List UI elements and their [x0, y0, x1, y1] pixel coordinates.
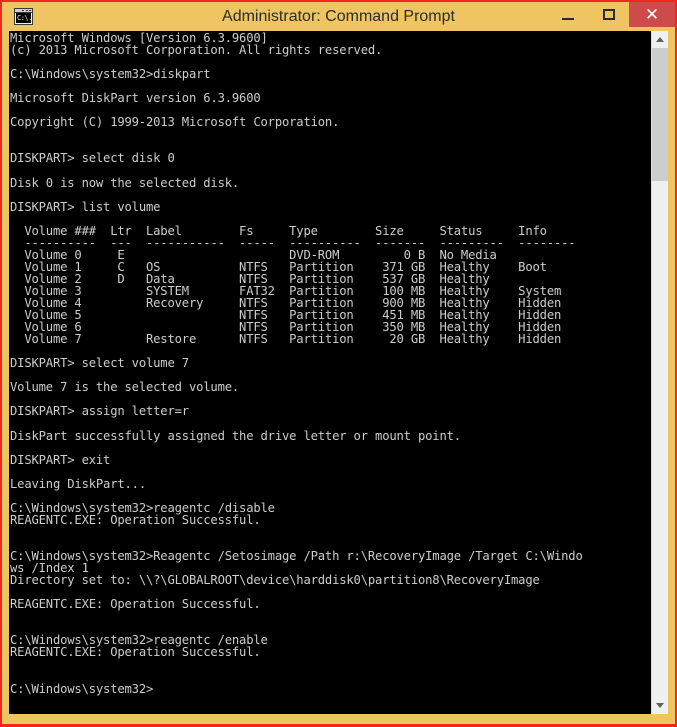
console-line: Leaving DiskPart... — [10, 476, 146, 491]
console-line: DISKPART> assign letter=r — [10, 404, 189, 419]
console-line: REAGENTC.EXE: Operation Successful. — [10, 512, 261, 527]
console-line: C:\Windows\system32>Reagentc /Setosimage… — [10, 549, 583, 564]
minimize-icon — [561, 17, 574, 20]
command-prompt-window: C:\. Administrator: Command Prompt ✕ Mic… — [0, 0, 677, 727]
console-output[interactable]: Microsoft Windows [Version 6.3.9600] (c) … — [10, 32, 651, 713]
console-line: C:\Windows\system32>diskpart — [10, 67, 211, 82]
chevron-up-icon — [656, 36, 664, 42]
console-line: REAGENTC.EXE: Operation Successful. — [10, 597, 261, 612]
console-line: Copyright (C) 1999-2013 Microsoft Corpor… — [10, 115, 340, 130]
scroll-down-button[interactable] — [652, 697, 668, 714]
maximize-button[interactable] — [588, 2, 629, 27]
scrollbar-thumb[interactable] — [652, 48, 668, 181]
console-line: DiskPart successfully assigned the drive… — [10, 428, 461, 443]
console-line: Volume 7 is the selected volume. — [10, 380, 240, 395]
console-line: C:\Windows\system32> — [10, 681, 154, 696]
title-bar[interactable]: C:\. Administrator: Command Prompt ✕ — [2, 2, 675, 31]
console-line: DISKPART> select volume 7 — [10, 356, 189, 371]
close-button[interactable]: ✕ — [629, 2, 675, 27]
console-client-area[interactable]: Microsoft Windows [Version 6.3.9600] (c) … — [9, 31, 668, 714]
console-line: Microsoft DiskPart version 6.3.9600 — [10, 91, 261, 106]
console-line: DISKPART> exit — [10, 452, 111, 467]
console-scrollbar[interactable] — [651, 31, 668, 714]
maximize-icon — [602, 8, 615, 20]
minimize-button[interactable] — [547, 2, 588, 27]
console-line: REAGENTC.EXE: Operation Successful. — [10, 645, 261, 660]
command-prompt-icon: C:\. — [14, 8, 33, 25]
scroll-up-button[interactable] — [652, 31, 668, 48]
console-line: DISKPART> select disk 0 — [10, 151, 175, 166]
close-icon: ✕ — [644, 5, 660, 24]
console-line: (c) 2013 Microsoft Corporation. All righ… — [10, 43, 383, 58]
console-line: Volume 7 Restore NTFS Partition 20 GB He… — [10, 332, 562, 347]
console-line: Directory set to: \\?\GLOBALROOT\device\… — [10, 573, 540, 588]
chevron-down-icon — [656, 702, 664, 708]
console-line: Disk 0 is now the selected disk. — [10, 175, 240, 190]
console-line: DISKPART> list volume — [10, 199, 161, 214]
console-line: Volume ### Ltr Label Fs Type Size Status… — [10, 223, 547, 238]
icon-prompt-text: C:\. — [16, 13, 31, 23]
